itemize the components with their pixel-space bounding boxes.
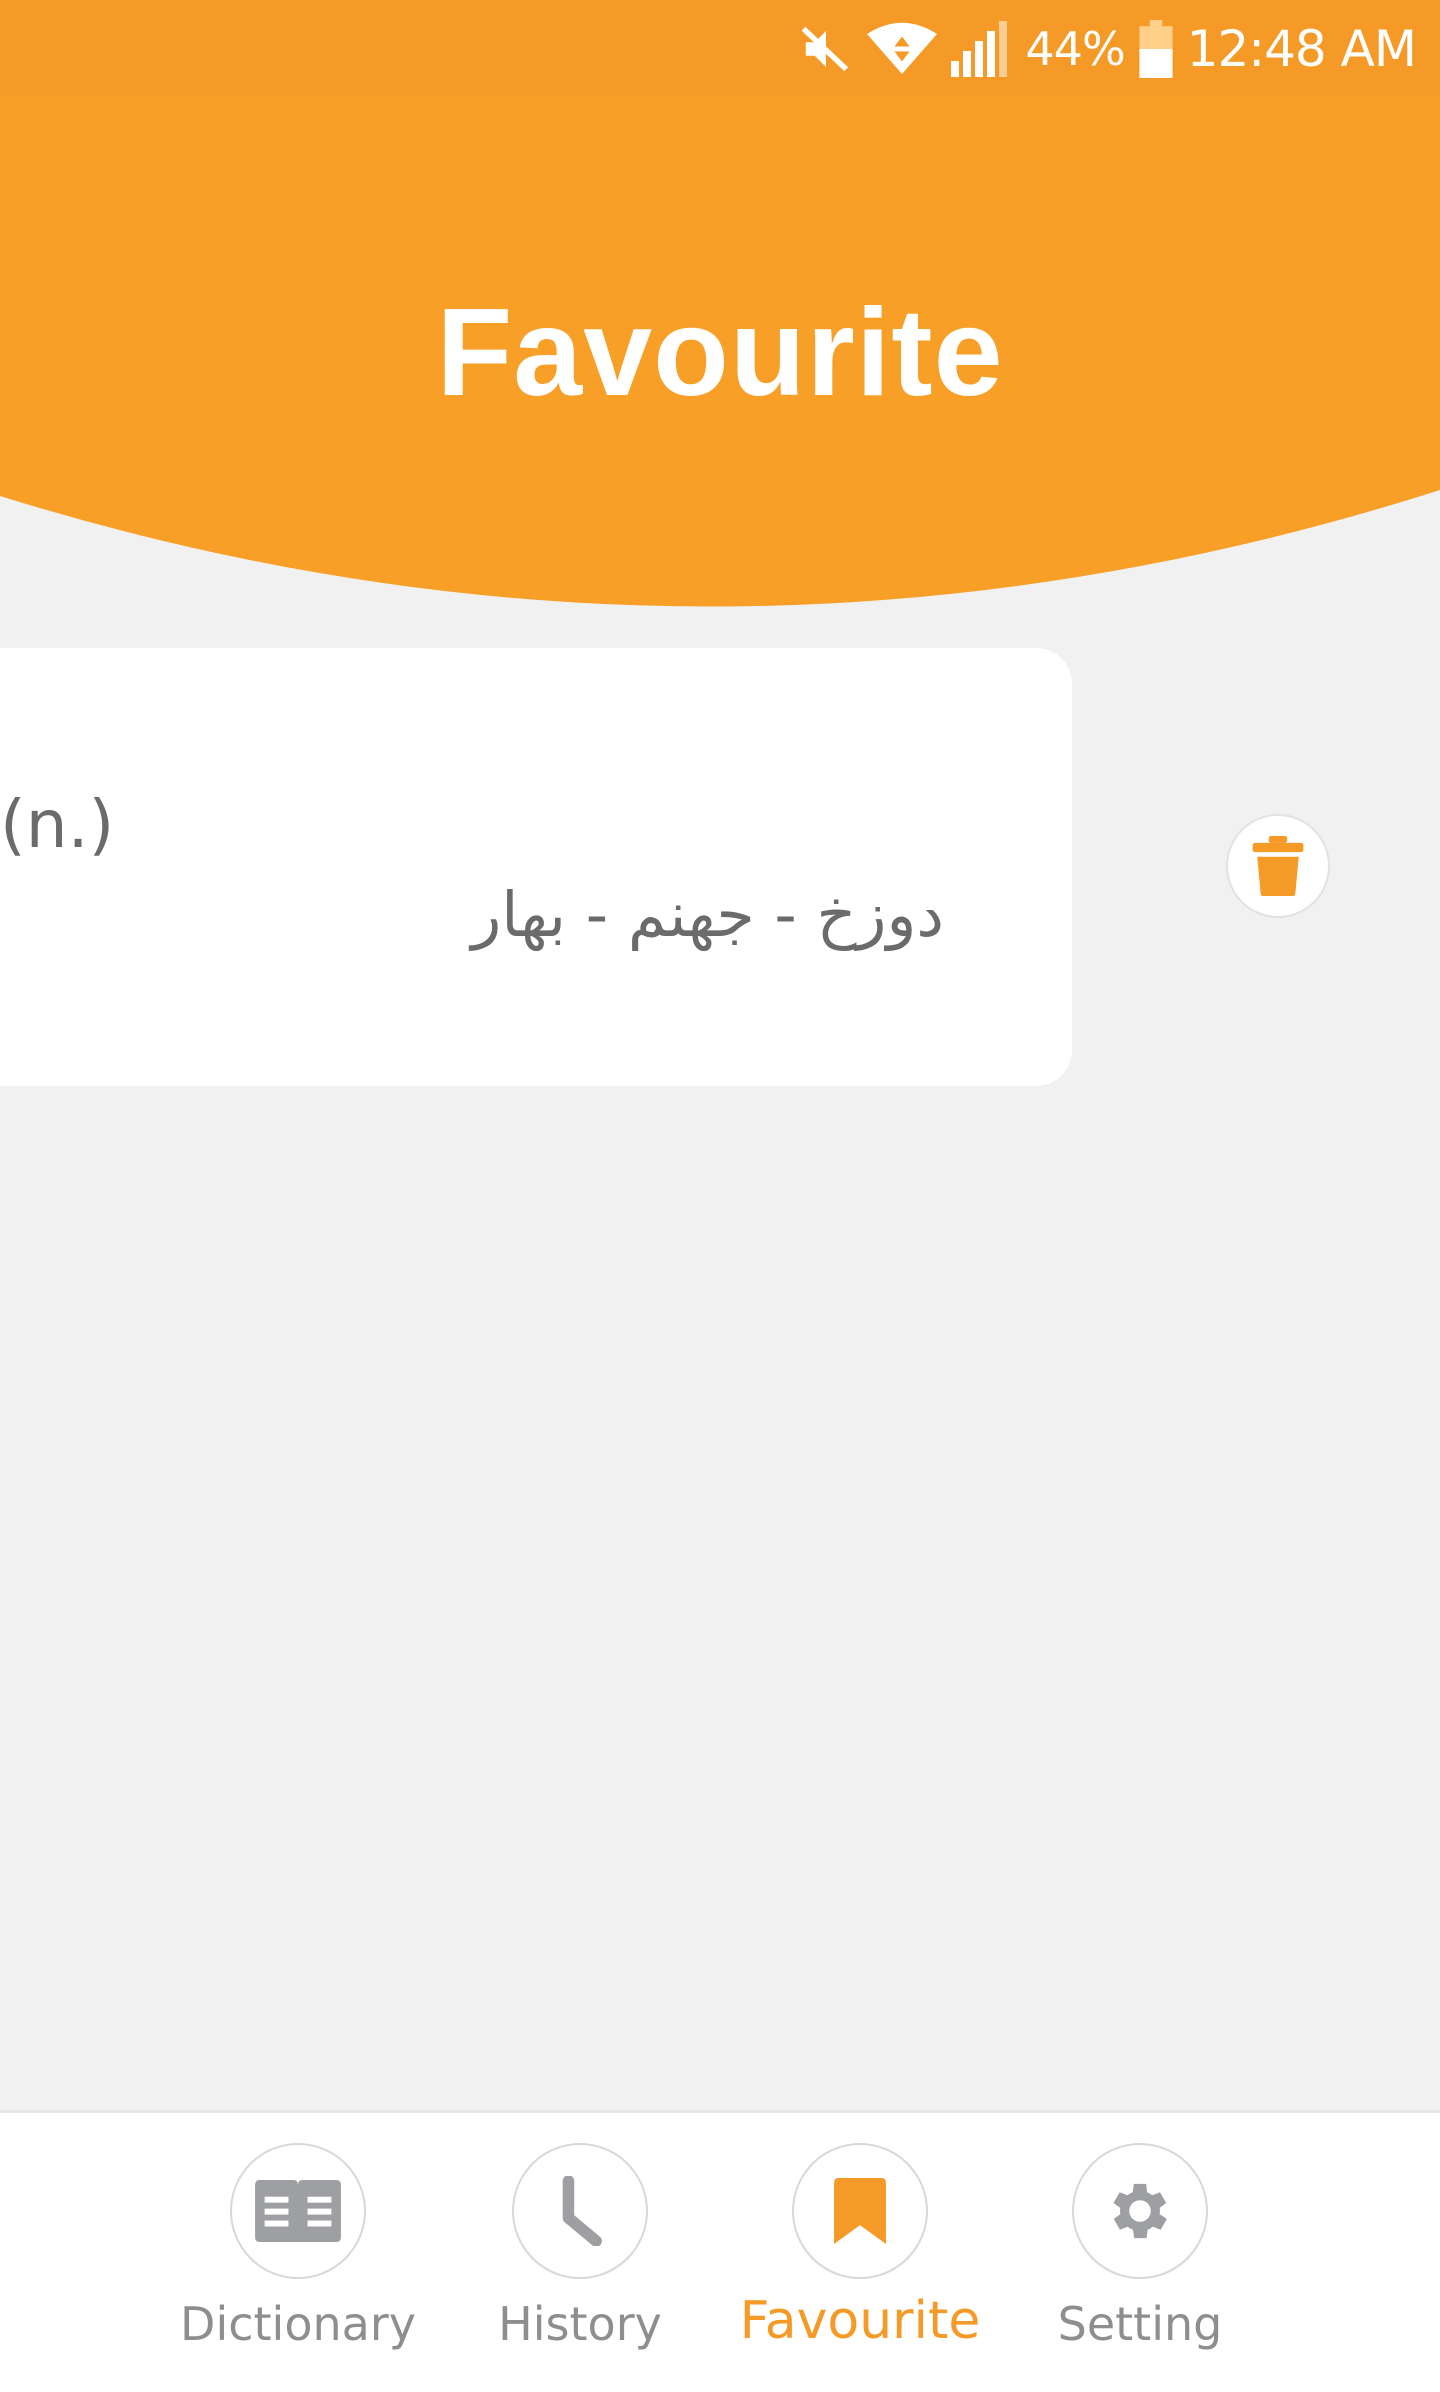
mute-icon [802,26,849,72]
nav-history-circle [512,2143,648,2279]
clock-icon [562,2176,602,2246]
nav-favourite[interactable]: Favourite [720,2143,1000,2383]
wifi-icon [867,22,938,74]
nav-dictionary-circle [230,2143,366,2279]
nav-dictionary-label: Dictionary [180,2297,416,2351]
nav-history-label: History [498,2297,662,2351]
trash-icon [1252,836,1304,896]
book-icon [255,2180,341,2242]
nav-favourite-label: Favourite [739,2291,981,2351]
nav-history[interactable]: History [440,2143,720,2383]
page-title: Favourite [436,284,1004,422]
part-of-speech: (n.) [0,786,115,863]
status-time: 12:48 AM [1186,20,1417,78]
nav-setting-label: Setting [1057,2297,1223,2351]
bookmark-icon [834,2178,886,2244]
nav-favourite-circle [792,2143,928,2279]
signal-icon [951,21,1008,77]
bottom-navigation: Dictionary History Favourite Setting [0,2110,1440,2392]
status-bar: 44% 12:48 AM [0,0,1440,96]
battery-percent: 44% [1025,22,1125,76]
nav-setting-circle [1072,2143,1208,2279]
status-icons: 44% 12:48 AM [799,14,1417,84]
word-meaning: دوزخ - جهنم - بهار [471,878,944,951]
nav-setting[interactable]: Setting [1000,2143,1280,2383]
delete-button[interactable] [1226,814,1330,918]
favourite-card[interactable]: (n.) دوزخ - جهنم - بهار [0,648,1072,1086]
gear-icon [1113,2183,1167,2239]
nav-dictionary[interactable]: Dictionary [158,2143,438,2383]
battery-icon [1139,20,1173,78]
